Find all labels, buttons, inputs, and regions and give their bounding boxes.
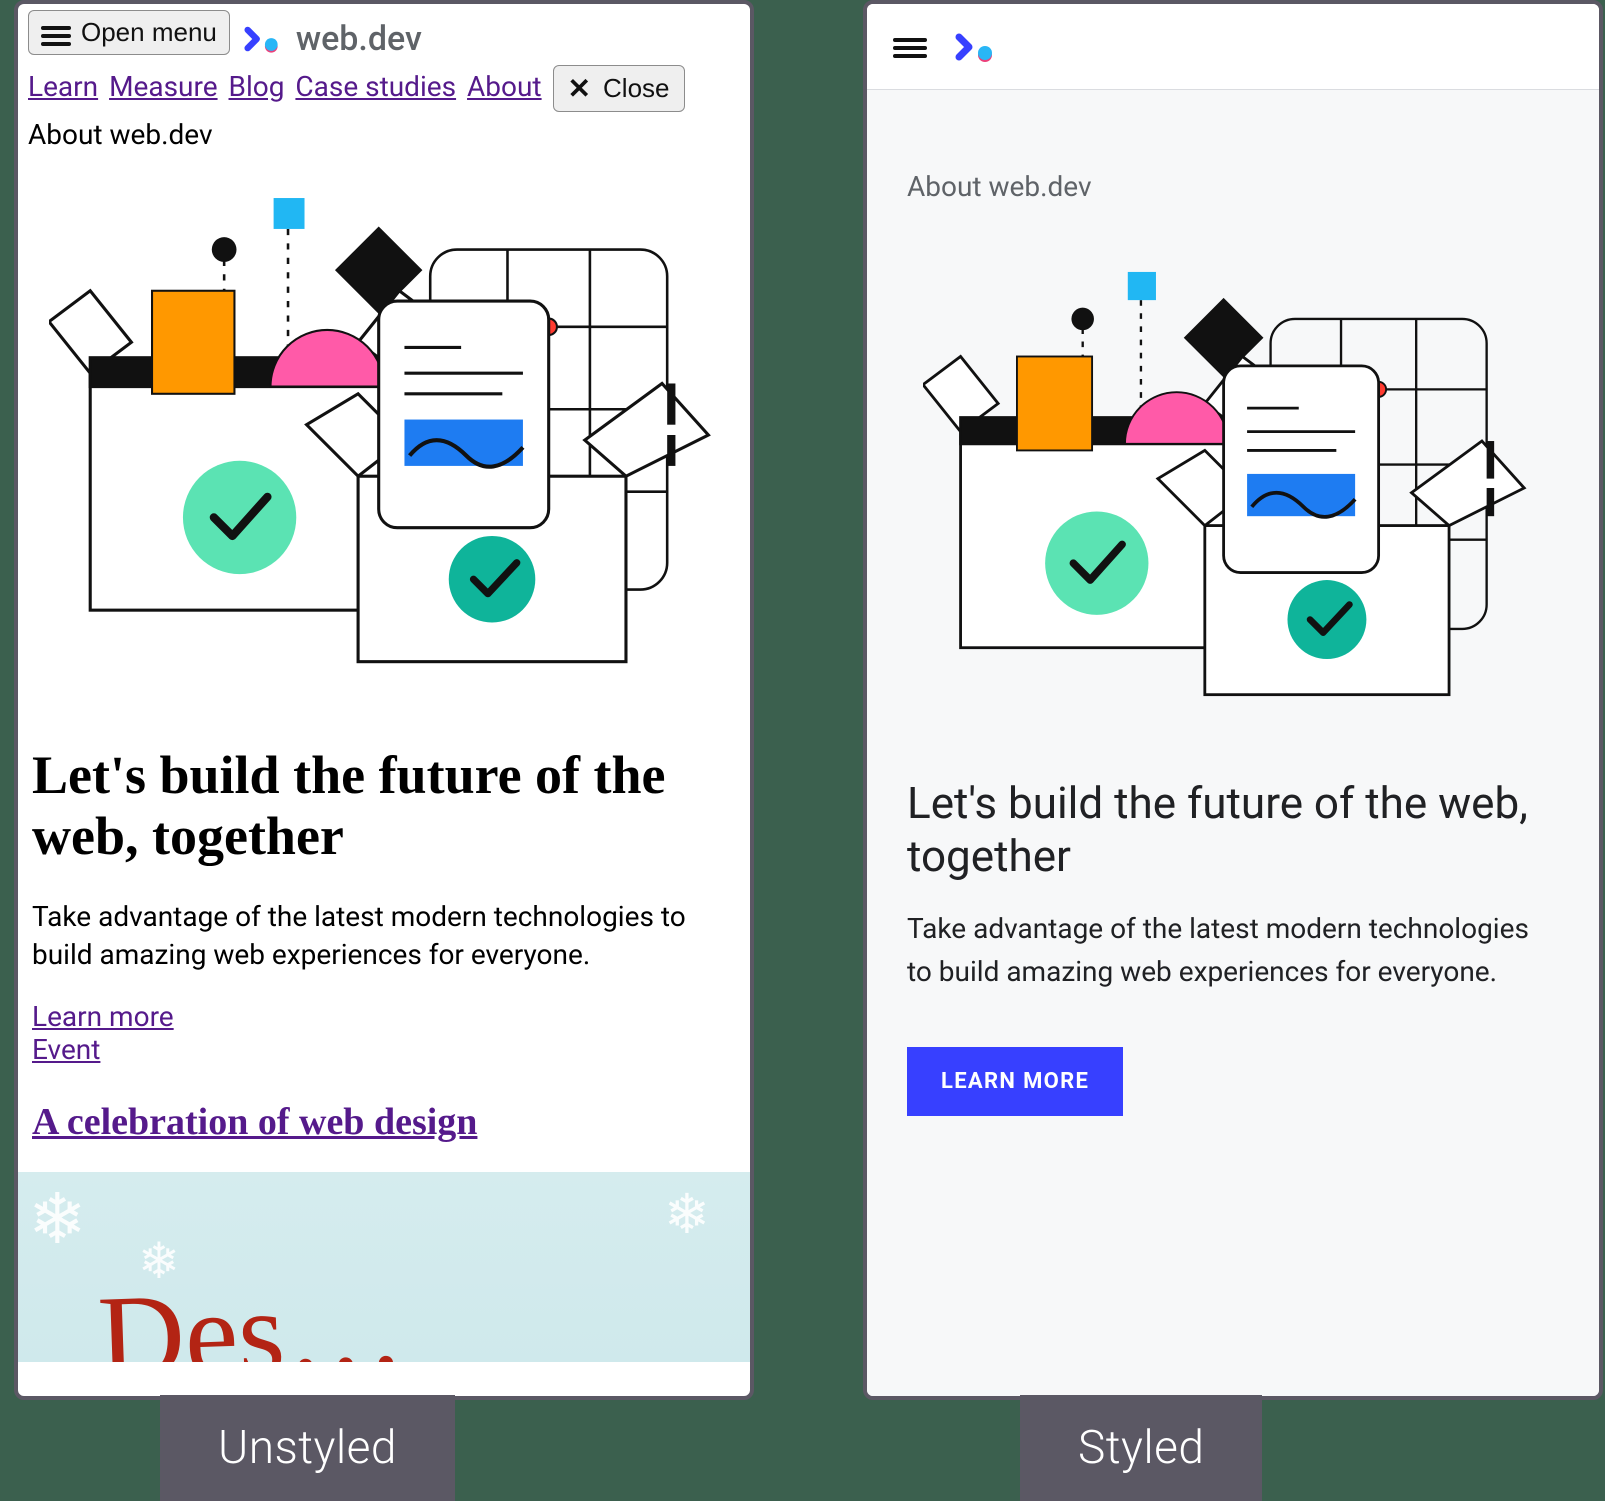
open-menu-label: Open menu: [81, 17, 217, 48]
event-link[interactable]: Event: [32, 1033, 736, 1066]
close-label: Close: [603, 73, 669, 104]
nav-case-studies[interactable]: Case studies: [295, 70, 456, 103]
about-label: About web.dev: [18, 118, 750, 155]
nav-measure[interactable]: Measure: [109, 70, 218, 103]
styled-viewport: About web.dev Let's build the future of …: [863, 0, 1603, 1400]
subheading: Take advantage of the latest modern tech…: [907, 907, 1559, 994]
hamburger-icon[interactable]: [893, 34, 927, 60]
app-bar: [867, 4, 1599, 90]
hero-illustration: [18, 155, 750, 715]
caption-unstyled: Unstyled: [160, 1395, 455, 1501]
nav-learn[interactable]: Learn: [28, 70, 98, 103]
close-menu-button[interactable]: ✕ Close: [553, 65, 685, 112]
nav-about[interactable]: About: [467, 70, 542, 103]
caption-styled: Styled: [1020, 1395, 1262, 1501]
event-banner-image: ❄ ❄ ❄ Des…: [18, 1172, 750, 1362]
unstyled-viewport: Open menu web.dev Learn Measure Blog Cas…: [14, 0, 754, 1400]
nav-blog[interactable]: Blog: [229, 70, 285, 103]
celebration-link[interactable]: A celebration of web design: [32, 1101, 477, 1143]
nav-link-row: Learn Measure Blog Case studies About ✕ …: [18, 59, 750, 118]
learn-more-button[interactable]: LEARN MORE: [907, 1047, 1123, 1116]
headline: Let's build the future of the web, toget…: [907, 777, 1559, 883]
webdev-logo-icon: [244, 19, 284, 59]
brand[interactable]: web.dev: [244, 19, 422, 59]
hero-illustration: [907, 233, 1559, 743]
subheading: Take advantage of the latest modern tech…: [18, 876, 750, 974]
open-menu-button[interactable]: Open menu: [28, 10, 230, 55]
about-label: About web.dev: [907, 170, 1559, 203]
webdev-logo-icon[interactable]: [955, 25, 999, 69]
headline: Let's build the future of the web, toget…: [18, 715, 750, 876]
learn-more-link[interactable]: Learn more: [32, 1000, 736, 1033]
close-icon: ✕: [568, 72, 591, 105]
brand-name: web.dev: [296, 19, 422, 59]
hamburger-icon: [41, 22, 71, 44]
